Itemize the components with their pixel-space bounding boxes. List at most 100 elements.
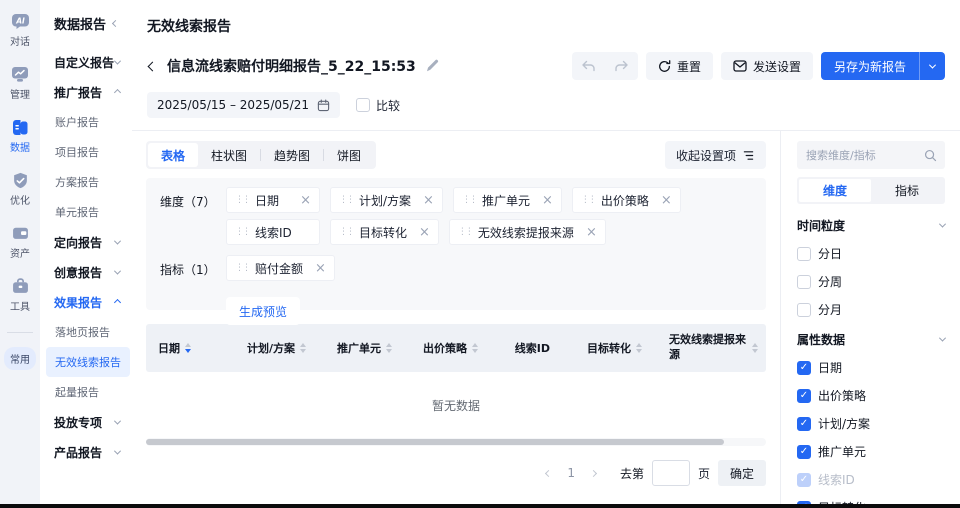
dimension-chip[interactable]: ⋮⋮推广单元× bbox=[453, 187, 562, 213]
field-search-input[interactable] bbox=[806, 149, 918, 162]
field-search-box bbox=[797, 141, 945, 169]
dimension-chip[interactable]: ⋮⋮目标转化× bbox=[330, 219, 439, 245]
sidebar-collapse-icon[interactable] bbox=[112, 20, 119, 27]
sidebar-item-plan-report[interactable]: 方案报告 bbox=[54, 167, 128, 197]
field-checkbox-monthly[interactable]: 分月 bbox=[797, 301, 945, 318]
dimension-chip[interactable]: ⋮⋮日期× bbox=[226, 187, 320, 213]
field-checkbox-unit[interactable]: 推广单元 bbox=[797, 443, 945, 460]
window-bottom-edge bbox=[0, 504, 960, 508]
save-as-dropdown-button[interactable] bbox=[920, 52, 945, 80]
field-checkbox-daily[interactable]: 分日 bbox=[797, 245, 945, 262]
sidebar-item-invalid-leads-report[interactable]: 无效线索报告 bbox=[46, 347, 130, 377]
section-time-granularity[interactable]: 时间粒度 bbox=[797, 217, 945, 234]
column-header-target-conversion[interactable]: 目标转化 bbox=[560, 340, 652, 356]
collapse-settings-button[interactable]: 收起设置项 bbox=[665, 141, 766, 169]
field-checkbox-date[interactable]: 日期 bbox=[797, 359, 945, 376]
field-checkbox-weekly[interactable]: 分周 bbox=[797, 273, 945, 290]
tab-trend-chart[interactable]: 趋势图 bbox=[261, 143, 323, 167]
sidebar-item-creative-report[interactable]: 创意报告 bbox=[54, 257, 128, 287]
dimension-chip-locked[interactable]: ⋮⋮线索ID bbox=[226, 219, 320, 245]
generate-preview-button[interactable]: 生成预览 bbox=[226, 297, 300, 325]
tab-metrics[interactable]: 指标 bbox=[871, 179, 943, 202]
sidebar-item-account-report[interactable]: 账户报告 bbox=[54, 107, 128, 137]
edit-report-title-button[interactable] bbox=[425, 59, 439, 73]
remove-chip-icon[interactable]: × bbox=[309, 261, 326, 276]
confirm-page-button[interactable]: 确定 bbox=[718, 460, 766, 486]
drag-handle-icon[interactable]: ⋮⋮ bbox=[462, 195, 476, 205]
rail-item-optimize[interactable]: 优化 bbox=[10, 171, 30, 207]
redo-button[interactable] bbox=[605, 60, 638, 73]
sidebar-item-targeting-report[interactable]: 定向报告 bbox=[54, 227, 128, 257]
tab-bar-chart[interactable]: 柱状图 bbox=[198, 143, 260, 167]
tab-table[interactable]: 表格 bbox=[148, 143, 198, 167]
column-header-unit[interactable]: 推广单元 bbox=[316, 340, 402, 356]
remove-chip-icon[interactable]: × bbox=[413, 225, 430, 240]
sidebar-item-unit-report[interactable]: 单元报告 bbox=[54, 197, 128, 227]
drag-handle-icon[interactable]: ⋮⋮ bbox=[339, 227, 353, 237]
rail-quick-badge[interactable]: 常用 bbox=[4, 347, 36, 370]
tab-pie-chart[interactable]: 饼图 bbox=[324, 143, 374, 167]
column-header-plan[interactable]: 计划/方案 bbox=[220, 340, 316, 356]
rail-item-manage[interactable]: 管理 bbox=[10, 65, 30, 101]
sort-icon[interactable] bbox=[185, 343, 191, 353]
sort-icon[interactable] bbox=[300, 343, 306, 353]
page-jump-input[interactable] bbox=[652, 460, 690, 486]
rail-item-assets[interactable]: 资产 bbox=[10, 224, 30, 260]
remove-chip-icon[interactable]: × bbox=[536, 193, 553, 208]
scrollbar-thumb[interactable] bbox=[146, 439, 724, 445]
dimension-chip[interactable]: ⋮⋮计划/方案× bbox=[330, 187, 443, 213]
sort-icon[interactable] bbox=[386, 343, 392, 353]
next-page-button[interactable] bbox=[585, 467, 602, 480]
reset-button[interactable]: 重置 bbox=[646, 52, 713, 80]
report-sidebar: 数据报告 自定义报告 推广报告 账户报告 项目报告 方案报告 单元报告 定向报告… bbox=[40, 0, 132, 504]
drag-handle-icon[interactable]: ⋮⋮ bbox=[458, 227, 472, 237]
field-checkbox-plan[interactable]: 计划/方案 bbox=[797, 415, 945, 432]
metric-chip[interactable]: ⋮⋮赔付金额× bbox=[226, 255, 335, 281]
undo-button[interactable] bbox=[572, 60, 605, 73]
section-attribute-data[interactable]: 属性数据 bbox=[797, 331, 945, 348]
drag-handle-icon[interactable]: ⋮⋮ bbox=[581, 195, 595, 205]
view-tabs-row: 表格 柱状图 趋势图 饼图 收起设置项 bbox=[146, 141, 766, 169]
remove-chip-icon[interactable]: × bbox=[655, 193, 672, 208]
drag-handle-icon[interactable]: ⋮⋮ bbox=[339, 195, 353, 205]
dimension-chip[interactable]: ⋮⋮无效线索提报来源× bbox=[449, 219, 606, 245]
rail-item-chat[interactable]: AI 对话 bbox=[10, 12, 30, 48]
svg-text:AI: AI bbox=[15, 16, 25, 25]
save-as-new-report-main[interactable]: 另存为新报告 bbox=[821, 52, 919, 80]
sidebar-item-promo-report[interactable]: 推广报告 bbox=[54, 77, 128, 107]
date-range-picker[interactable]: 2025/05/15 – 2025/05/21 bbox=[147, 92, 340, 118]
send-settings-button[interactable]: 发送设置 bbox=[721, 52, 813, 80]
sidebar-item-landing-page-report[interactable]: 落地页报告 bbox=[54, 317, 128, 347]
sort-icon[interactable] bbox=[636, 343, 642, 353]
dimension-chip[interactable]: ⋮⋮出价策略× bbox=[572, 187, 681, 213]
sidebar-item-custom-report[interactable]: 自定义报告 bbox=[54, 47, 128, 77]
rail-item-data[interactable]: 数据 bbox=[10, 118, 30, 154]
sidebar-item-volume-report[interactable]: 起量报告 bbox=[54, 377, 128, 407]
rail-item-tools[interactable]: 工具 bbox=[10, 277, 30, 313]
sidebar-item-project-report[interactable]: 项目报告 bbox=[54, 137, 128, 167]
current-page[interactable]: 1 bbox=[565, 466, 577, 480]
drag-handle-icon[interactable]: ⋮⋮ bbox=[235, 263, 249, 273]
drag-handle-icon[interactable]: ⋮⋮ bbox=[235, 227, 249, 237]
sidebar-item-delivery-special[interactable]: 投放专项 bbox=[54, 407, 128, 437]
prev-page-button[interactable] bbox=[540, 467, 557, 480]
tab-dimensions[interactable]: 维度 bbox=[799, 179, 871, 202]
column-header-bid-strategy[interactable]: 出价策略 bbox=[402, 340, 488, 356]
checkbox-unchecked bbox=[797, 303, 811, 317]
sidebar-item-effect-report[interactable]: 效果报告 bbox=[54, 287, 128, 317]
dimensions-row: 维度（7） ⋮⋮日期× ⋮⋮计划/方案× ⋮⋮推广单元× ⋮⋮出价策略× ⋮⋮线… bbox=[160, 187, 752, 245]
sort-icon[interactable] bbox=[752, 343, 758, 353]
back-button[interactable] bbox=[147, 61, 158, 72]
sort-icon[interactable] bbox=[472, 343, 478, 353]
column-header-lead-id[interactable]: 线索ID bbox=[488, 340, 560, 356]
sidebar-item-product-report[interactable]: 产品报告 bbox=[54, 437, 128, 467]
field-checkbox-bid-strategy[interactable]: 出价策略 bbox=[797, 387, 945, 404]
drag-handle-icon[interactable]: ⋮⋮ bbox=[235, 195, 249, 205]
column-header-date[interactable]: 日期 bbox=[146, 340, 220, 356]
compare-checkbox[interactable]: 比较 bbox=[356, 97, 400, 114]
remove-chip-icon[interactable]: × bbox=[417, 193, 434, 208]
column-header-invalid-lead-source[interactable]: 无效线索提报来源 bbox=[652, 333, 766, 363]
remove-chip-icon[interactable]: × bbox=[294, 193, 311, 208]
remove-chip-icon[interactable]: × bbox=[580, 225, 597, 240]
chevron-down-icon bbox=[114, 417, 121, 424]
